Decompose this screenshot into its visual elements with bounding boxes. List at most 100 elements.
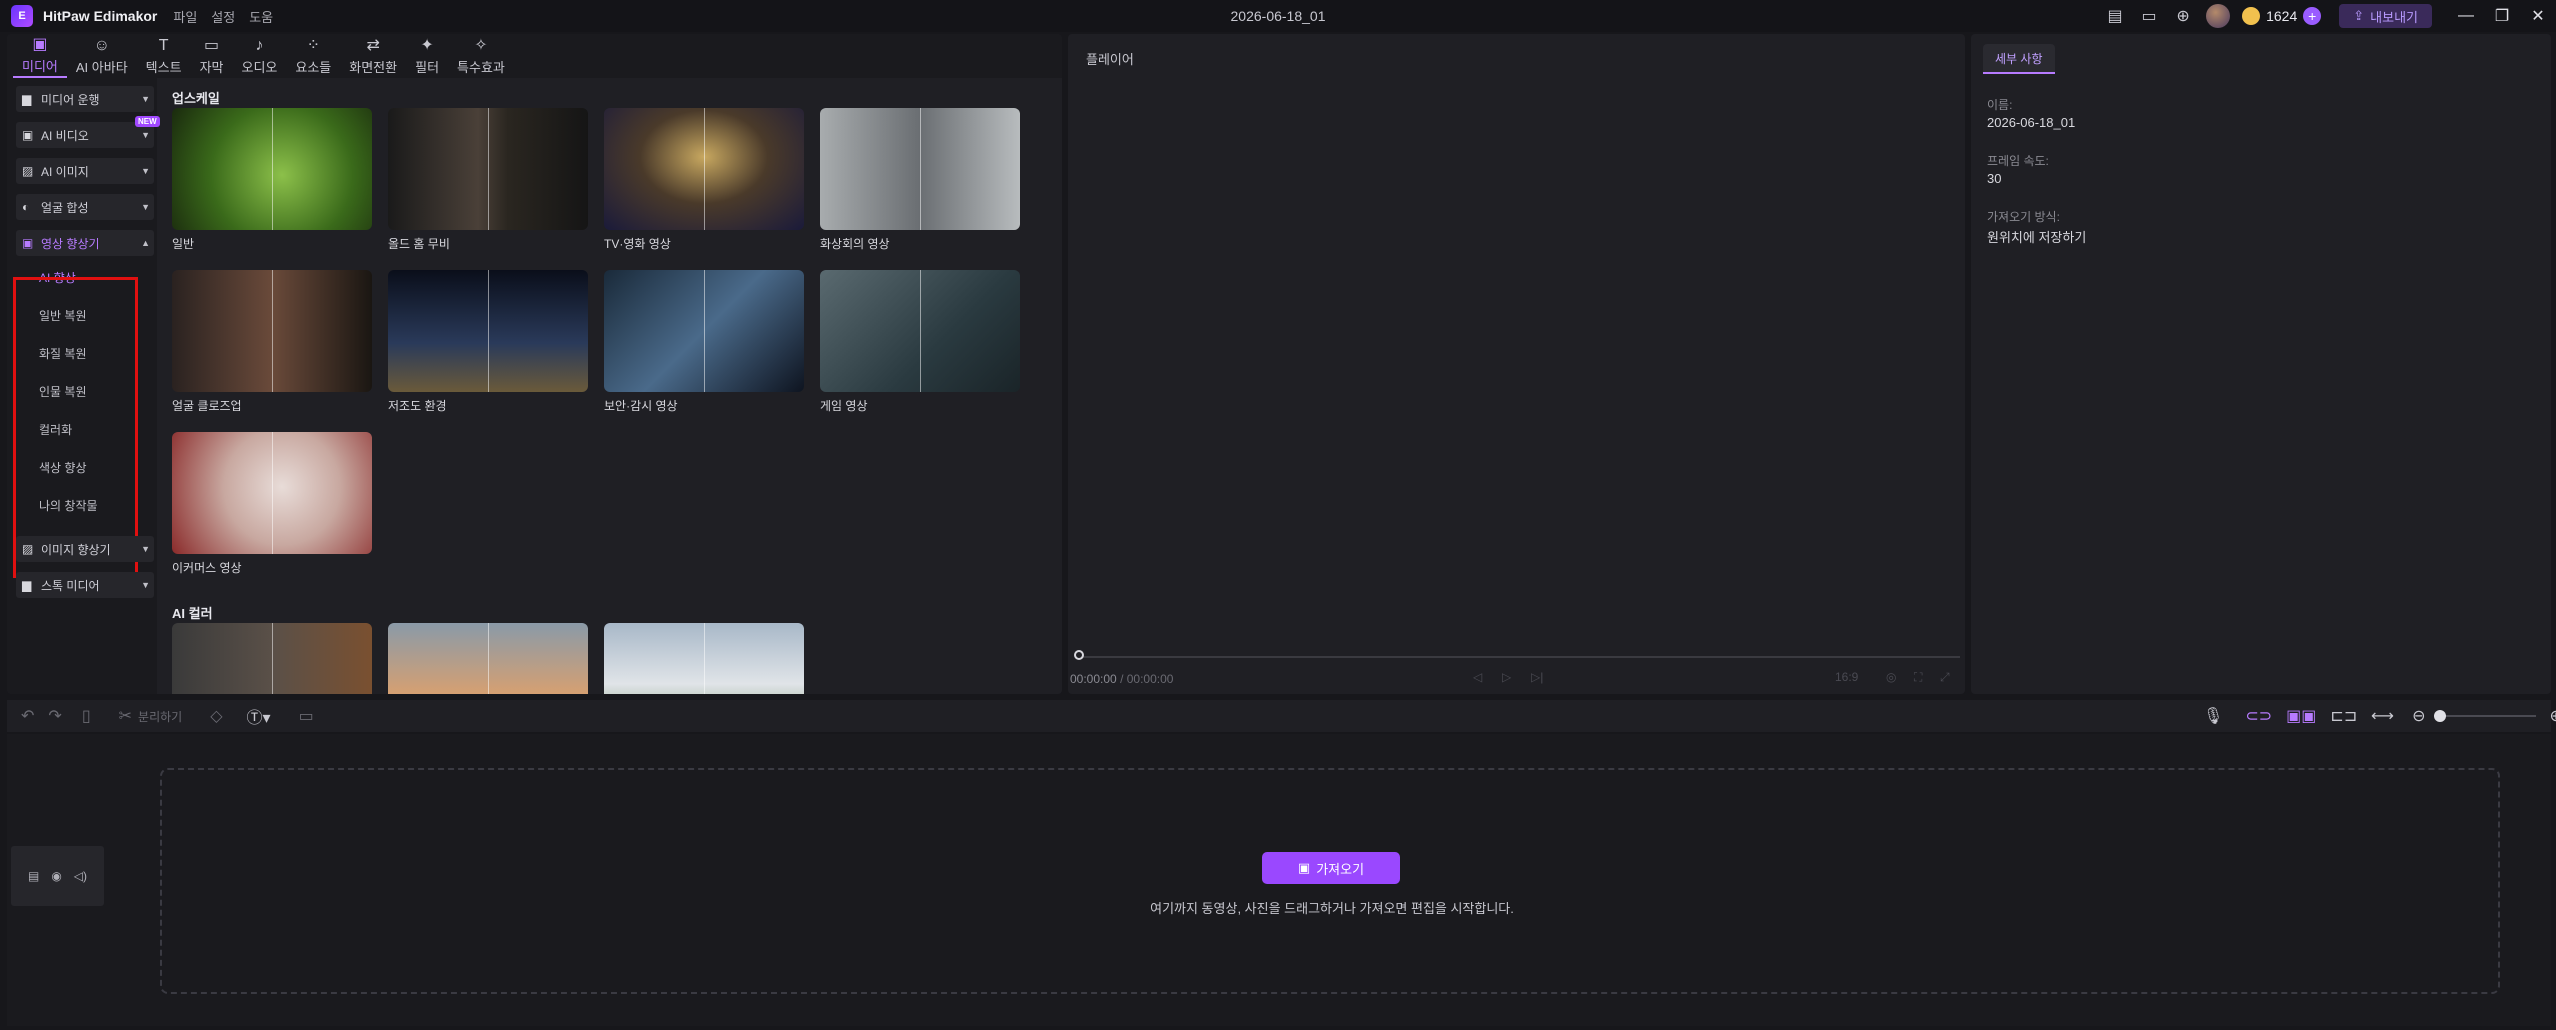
sidebar-item-label: 미디어 운행 [41,92,100,107]
split-label[interactable]: 분리하기 [138,708,182,725]
download-icon[interactable]: ⊕ [2172,5,2194,27]
layout-icon[interactable]: ▤ [2104,5,2126,27]
tab-label: AI 아바타 [75,59,128,75]
export-button[interactable]: ⇪ 내보내기 [2339,4,2432,28]
preset-card-old-home-movie[interactable]: 올드 홈 무비 [388,108,588,252]
sidebar-item-ai-video[interactable]: ▣ AI 비디오 NEW ▼ [16,116,160,148]
preset-card-ecommerce[interactable]: 이커머스 영상 [172,432,372,576]
app-logo-icon: E [11,5,33,27]
preset-card-security-camera[interactable]: 보안·감시 영상 [604,270,804,414]
effects-icon: ✧ [474,36,488,54]
preset-card-face-closeup[interactable]: 얼굴 클로즈업 [172,270,372,414]
import-mode-value: 원위치에 저장하기 [1987,230,2087,245]
feedback-icon[interactable]: ▭ [2138,5,2160,27]
track-visibility-icon[interactable]: ◉ [51,869,61,883]
ripple-icon[interactable]: ⊏⊐ [2330,706,2357,726]
avatar[interactable] [2206,4,2231,28]
color-card-3[interactable] [604,623,804,694]
audio-icon: ♪ [255,36,264,54]
chevron-down-icon: ▼ [141,94,150,104]
app-name: HitPaw Edimakor [43,8,158,24]
expand-icon[interactable]: ⤢ [1940,670,1950,685]
thumbnail [388,108,588,230]
fullscreen-icon[interactable]: ⛶ [1914,670,1922,685]
tab-details[interactable]: 세부 사항 [1983,44,2055,74]
export-icon: ⇪ [2353,8,2365,23]
color-card-2[interactable] [388,623,588,694]
prev-frame-icon[interactable]: ◁ [1473,670,1482,684]
thumbnail [172,623,372,694]
sidebar-item-label: 얼굴 합성 [41,200,89,215]
sidebar-item-stock-media[interactable]: ▆ 스톡 미디어 ▼ [16,572,154,598]
tab-label: 필터 [415,59,440,75]
document-title: 2026-06-18_01 [1230,8,1326,24]
maximize-icon[interactable]: ❐ [2484,0,2520,32]
close-icon[interactable]: ✕ [2520,0,2556,32]
tab-audio[interactable]: ♪ 오디오 [232,34,286,78]
preset-card-general[interactable]: 일반 [172,108,372,252]
tab-transition[interactable]: ⇄ 화면전환 [340,34,406,78]
undo-icon[interactable]: ↶ [21,706,34,726]
snapshot-icon[interactable]: ◎ [1886,670,1896,684]
redo-icon[interactable]: ↷ [48,706,61,726]
import-button[interactable]: ▣ 가져오기 [1262,852,1400,884]
preset-card-game-video[interactable]: 게임 영상 [820,270,1020,414]
tab-text[interactable]: T 텍스트 [137,34,191,78]
coin-icon [2242,7,2261,25]
next-frame-icon[interactable]: ▷| [1531,670,1543,684]
scissors-icon[interactable]: ✂ [119,706,132,726]
track-lock-icon[interactable]: ▤ [28,869,39,883]
sidebar-item-face-swap[interactable]: ◐ 얼굴 합성 ▼ [16,194,154,220]
microphone-icon[interactable]: 🎙 [2203,706,2223,726]
menu-help[interactable]: 도움 [249,7,273,26]
preset-card-video-conference[interactable]: 화상회의 영상 [820,108,1020,252]
text-icon: T [158,36,169,54]
tab-effects[interactable]: ✧ 특수효과 [448,34,514,78]
tab-elements[interactable]: ⁘ 요소들 [286,34,340,78]
card-label: 이커머스 영상 [172,561,242,575]
ai-video-icon: ▣ [22,128,34,142]
split-line [488,108,489,230]
tab-media[interactable]: ▣ 미디어 [13,34,67,78]
fit-icon[interactable]: ⟷ [2371,706,2394,726]
title-actions: ▤ ▭ ⊕ 1624 + ⇪ 내보내기 — ❐ ✕ [2092,0,2556,32]
menu-file[interactable]: 파일 [173,7,197,26]
tab-subtitle[interactable]: ▭ 자막 [191,34,233,78]
sidebar-item-media-library[interactable]: ▆ 미디어 운행 ▼ [16,86,154,112]
zoom-out-icon[interactable]: ⊖ [2412,706,2425,726]
magnet-icon[interactable]: ⊂⊃ [2245,706,2272,726]
playhead-knob[interactable] [1074,650,1084,660]
zoom-slider[interactable] [2433,710,2536,722]
aspect-ratio[interactable]: 16:9 [1835,670,1858,684]
thumbnail [172,432,372,554]
delete-icon[interactable]: ▯ [82,706,91,726]
zoom-knob[interactable] [2433,710,2446,722]
tab-filter[interactable]: ✦ 필터 [406,34,448,78]
split-line [272,432,273,554]
scrub-bar[interactable] [1078,656,1960,658]
sidebar-item-image-enhancer[interactable]: ▨ 이미지 향상기 ▼ [16,536,154,562]
thumbnail [820,108,1020,230]
add-credits-icon[interactable]: + [2303,7,2322,25]
sidebar: ▆ 미디어 운행 ▼ ▣ AI 비디오 NEW ▼ ▨ AI 이미지 ▼ ◐ 얼굴 합성 ▼ ▣ 영… [7,78,160,694]
screen-record-icon[interactable]: ▭ [299,706,314,726]
section-title-upscale: 업스케일 [172,91,220,106]
color-card-1[interactable] [172,623,372,694]
folder-icon: ▆ [22,92,32,106]
thumbnail [388,270,588,392]
track-audio-icon[interactable]: ◁) [74,869,87,883]
menu-settings[interactable]: 설정 [211,7,235,26]
sidebar-item-ai-image[interactable]: ▨ AI 이미지 ▼ [16,158,154,184]
link-icon[interactable]: ▣▣ [2286,706,2316,726]
thumbnail [388,623,588,694]
video-enhancer-icon: ▣ [22,236,34,250]
tab-ai-avatar[interactable]: ☺ AI 아바타 [67,34,137,78]
preset-card-low-light[interactable]: 저조도 환경 [388,270,588,414]
marker-icon[interactable]: ◇ [210,706,222,726]
sidebar-item-video-enhancer[interactable]: ▣ 영상 향상기 ▲ [16,230,154,256]
zoom-in-icon[interactable]: ⊕ [2550,706,2556,726]
minimize-icon[interactable]: — [2448,0,2484,32]
preset-card-tv-movie[interactable]: TV·영화 영상 [604,108,804,252]
play-icon[interactable]: ▷ [1502,670,1511,684]
text-tool-icon[interactable]: Ⓣ▾ [247,704,271,728]
